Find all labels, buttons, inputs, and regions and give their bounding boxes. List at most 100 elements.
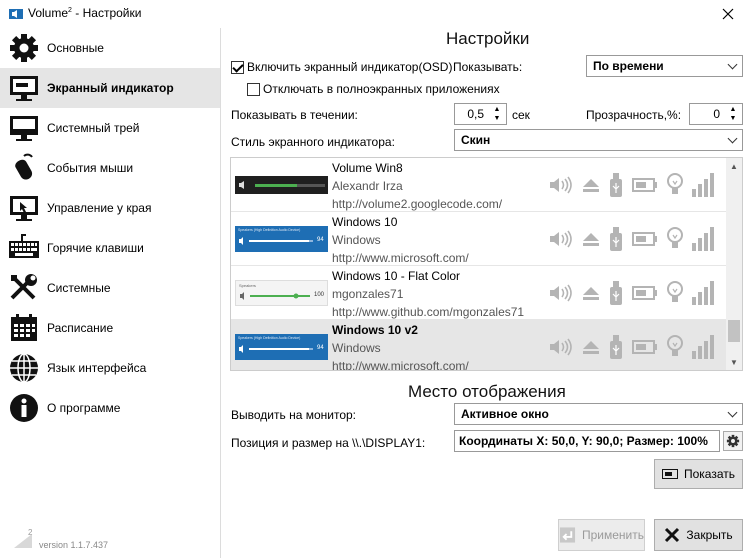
window-close-button[interactable] bbox=[705, 0, 751, 28]
transparency-stepper[interactable]: 0 ▲ ▼ bbox=[689, 103, 743, 125]
sidebar-item-label: Системный трей bbox=[47, 121, 140, 135]
sidebar-item-edge[interactable]: Управление у края bbox=[0, 188, 220, 228]
skin-url: http://www.microsoft.com/ bbox=[332, 251, 469, 265]
show-mode-select[interactable]: По времени bbox=[586, 55, 743, 77]
scroll-down-icon[interactable]: ▼ bbox=[726, 354, 742, 370]
signal-bars-icon bbox=[692, 173, 714, 197]
transparency-value: 0 bbox=[713, 107, 720, 121]
close-label: Закрыть bbox=[686, 528, 733, 542]
eject-icon bbox=[583, 287, 599, 300]
scroll-thumb[interactable] bbox=[728, 320, 740, 342]
sidebar-item-osd[interactable]: Экранный индикатор bbox=[0, 68, 220, 108]
chevron-down-icon bbox=[727, 407, 738, 418]
skin-author: Alexandr Irza bbox=[332, 179, 403, 193]
preview-caption: Speakers bbox=[239, 283, 256, 288]
skin-row[interactable]: Speakers (High Definition Audio Device) 9… bbox=[231, 320, 728, 371]
style-label: Стиль экранного индикатора: bbox=[231, 135, 395, 149]
preview-value: 94 bbox=[317, 345, 324, 351]
disable-fullscreen-checkbox[interactable] bbox=[247, 83, 260, 96]
battery-icon bbox=[632, 286, 657, 300]
skin-url: http://www.github.com/mgonzales71 bbox=[332, 305, 525, 319]
speaker-icon bbox=[550, 338, 572, 356]
duration-unit: сек bbox=[512, 108, 530, 122]
skin-preview bbox=[235, 176, 328, 194]
enable-osd-checkbox[interactable] bbox=[231, 61, 244, 74]
skin-row[interactable]: Volume Win8 Alexandr Irza http://volume2.g… bbox=[231, 158, 728, 212]
sidebar-item-general[interactable]: Основные bbox=[0, 28, 220, 68]
monitor-value: Активное окно bbox=[461, 407, 549, 421]
skin-author: mgonzales71 bbox=[332, 287, 404, 301]
skin-row[interactable]: Speakers 100 Windows 10 - Flat Color mgonza… bbox=[231, 266, 728, 320]
stepper-up-icon[interactable]: ▲ bbox=[725, 105, 741, 114]
skin-name: Windows 10 v2 bbox=[332, 323, 418, 337]
style-select[interactable]: Скин bbox=[454, 129, 743, 151]
stepper-down-icon[interactable]: ▼ bbox=[489, 114, 505, 123]
skin-author: Windows bbox=[332, 341, 381, 355]
bulb-icon bbox=[667, 281, 683, 302]
duration-value: 0,5 bbox=[467, 107, 484, 121]
skin-icons bbox=[549, 172, 723, 198]
skins-scrollbar[interactable]: ▲ ▼ bbox=[726, 158, 742, 370]
screen-edge-icon bbox=[10, 196, 38, 221]
usb-drive-icon bbox=[610, 227, 622, 251]
stepper-down-icon[interactable]: ▼ bbox=[725, 114, 741, 123]
scroll-up-icon[interactable]: ▲ bbox=[726, 158, 742, 174]
preview-caption: Speakers (High Definition Audio Device) bbox=[238, 336, 301, 340]
monitor-select[interactable]: Активное окно bbox=[454, 403, 743, 425]
sidebar-item-label: Горячие клавиши bbox=[47, 241, 144, 255]
position-settings-button[interactable] bbox=[723, 431, 743, 451]
skin-name: Windows 10 bbox=[332, 215, 398, 229]
sidebar-item-label: Язык интерфейса bbox=[47, 361, 147, 375]
skin-preview: Speakers 100 bbox=[235, 280, 328, 306]
position-field[interactable]: Координаты X: 50,0, Y: 90,0; Размер: 100… bbox=[454, 430, 720, 452]
sidebar-item-system[interactable]: Системные bbox=[0, 268, 220, 308]
show-osd-button[interactable]: Показать bbox=[654, 459, 743, 489]
show-mode-value: По времени bbox=[593, 59, 664, 73]
app-icon bbox=[9, 9, 23, 19]
sidebar-item-label: Основные bbox=[47, 41, 104, 55]
skin-preview: Speakers (High Definition Audio Device) 9… bbox=[235, 226, 328, 252]
close-button[interactable]: Закрыть bbox=[654, 519, 743, 551]
stepper-up-icon[interactable]: ▲ bbox=[489, 105, 505, 114]
stepper-buttons[interactable]: ▲ ▼ bbox=[489, 105, 505, 123]
signal-bars-icon bbox=[692, 335, 714, 359]
sidebar-item-label: Расписание bbox=[47, 321, 114, 335]
style-value: Скин bbox=[461, 133, 491, 147]
sidebar-item-schedule[interactable]: Расписание bbox=[0, 308, 220, 348]
skin-url: http://www.microsoft.com/ bbox=[332, 359, 469, 371]
sidebar-item-hotkeys[interactable]: Горячие клавиши bbox=[0, 228, 220, 268]
close-icon bbox=[722, 8, 734, 20]
sidebar-item-mouse[interactable]: События мыши bbox=[0, 148, 220, 188]
stepper-buttons[interactable]: ▲ ▼ bbox=[725, 105, 741, 123]
apply-button[interactable]: Применить bbox=[558, 519, 645, 551]
sidebar-item-language[interactable]: Язык интерфейса bbox=[0, 348, 220, 388]
version-label: version 1.1.7.437 bbox=[39, 540, 109, 550]
app-logo: 2 bbox=[14, 528, 33, 548]
signal-bars-icon bbox=[692, 227, 714, 251]
calendar-icon bbox=[11, 314, 37, 341]
sidebar-item-label: Управление у края bbox=[47, 201, 152, 215]
tray-icon bbox=[10, 116, 38, 141]
usb-drive-icon bbox=[610, 281, 622, 305]
eject-icon bbox=[583, 341, 599, 354]
skin-row[interactable]: Speakers (High Definition Audio Device) 9… bbox=[231, 212, 728, 266]
globe-icon bbox=[10, 353, 38, 383]
sidebar-item-about[interactable]: О программе bbox=[0, 388, 220, 428]
duration-stepper[interactable]: 0,5 ▲ ▼ bbox=[454, 103, 507, 125]
bulb-icon bbox=[667, 335, 683, 356]
transparency-label: Прозрачность,%: bbox=[586, 108, 682, 122]
battery-icon bbox=[632, 232, 657, 246]
sidebar-item-tray[interactable]: Системный трей bbox=[0, 108, 220, 148]
skins-list[interactable]: Speakers (High Definition Audio Device) 9… bbox=[230, 157, 743, 371]
sidebar-item-label: События мыши bbox=[47, 161, 134, 175]
skin-author: Windows bbox=[332, 233, 381, 247]
disable-fullscreen-label: Отключать в полноэкранных приложениях bbox=[263, 82, 500, 96]
skin-name: Volume Win8 bbox=[332, 161, 403, 175]
svg-text:2: 2 bbox=[28, 528, 33, 537]
gear-icon bbox=[10, 34, 38, 62]
preview-caption: Speakers (High Definition Audio Device) bbox=[238, 228, 301, 232]
battery-icon bbox=[632, 178, 657, 192]
speaker-icon bbox=[239, 181, 325, 189]
skin-preview: Speakers (High Definition Audio Device) 9… bbox=[235, 334, 328, 360]
close-icon bbox=[665, 527, 680, 543]
